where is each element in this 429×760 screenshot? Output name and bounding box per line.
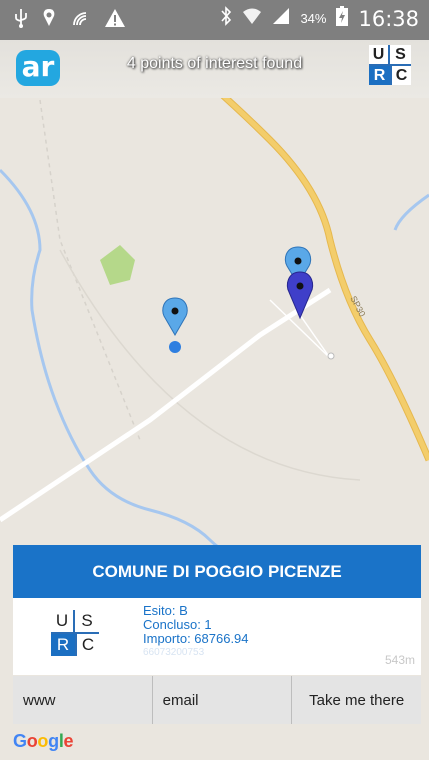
distance-label: 543m [384,653,415,667]
nfc-icon [70,8,90,33]
location-icon [42,8,56,33]
path-node [327,352,335,360]
usrc-logo-card: U S R C [51,610,99,656]
battery-icon [336,6,349,31]
take-me-there-button[interactable]: Take me there [292,676,421,724]
battery-percent: 34% [300,11,327,26]
poi-card[interactable]: COMUNE DI POGGIO PICENZE U S R C Esito: … [13,545,421,675]
user-location-dot [169,341,181,353]
esito-text: Esito: B [143,603,188,618]
signal-icon [272,7,290,30]
usrc-logo-header: U S R C [369,45,411,85]
status-bar: 34% 16:38 [0,0,429,40]
action-buttons: www email Take me there [13,676,421,724]
poi-count-label: 4 points of interest found [126,55,303,72]
wifi-icon [242,7,262,30]
email-button[interactable]: email [153,676,293,724]
poi-details: U S R C Esito: B Concluso: 1 Importo: 68… [13,598,421,675]
poi-title: COMUNE DI POGGIO PICENZE [13,545,421,598]
poi-code: 66073200753 [143,647,205,658]
importo-text: Importo: 68766.94 [143,631,249,646]
google-logo: Google [13,731,74,751]
bluetooth-icon [220,6,232,31]
usb-icon [14,8,28,33]
concluso-text: Concluso: 1 [143,617,212,632]
poi-info: Esito: B Concluso: 1 Importo: 68766.94 6… [143,604,249,660]
clock: 16:38 [358,6,419,31]
warning-icon [104,8,126,33]
www-button[interactable]: www [13,676,153,724]
